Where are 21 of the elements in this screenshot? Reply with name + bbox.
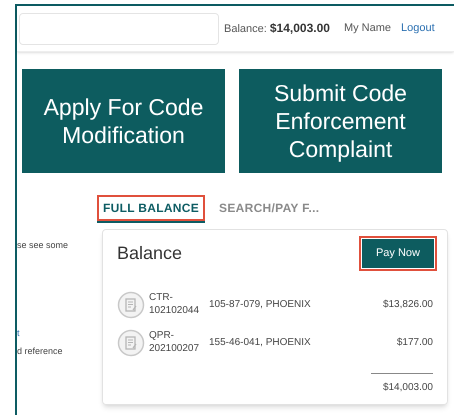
total-amount: $14,003.00 bbox=[382, 382, 433, 392]
item-address: 155-46-041, PHOENIX bbox=[209, 336, 311, 350]
pay-now-button[interactable]: Pay Now bbox=[360, 238, 435, 268]
item-amount: $13,826.00 bbox=[382, 298, 433, 312]
balance-text: Balance: $14,003.00 bbox=[224, 20, 330, 38]
item-address: 105-87-079, PHOENIX bbox=[209, 298, 311, 312]
sidebar-text: d reference bbox=[17, 345, 63, 358]
sidebar-text: se see some bbox=[17, 239, 68, 252]
item-id: QPR- 202100207 bbox=[149, 328, 200, 354]
logout-link[interactable]: Logout bbox=[401, 20, 435, 37]
user-name: My Name bbox=[344, 21, 391, 36]
card-title: Balance bbox=[117, 242, 182, 265]
action-tile[interactable]: Submit Code Enforcement Complaint bbox=[239, 69, 442, 173]
search-field[interactable] bbox=[19, 12, 219, 44]
item-amount: $177.00 bbox=[396, 336, 433, 350]
item-id: CTR- 102102044 bbox=[149, 290, 200, 316]
document-icon bbox=[117, 328, 145, 356]
document-icon bbox=[117, 290, 145, 318]
action-tile[interactable]: Apply For Code Modification bbox=[22, 69, 225, 173]
tab[interactable]: FULL BALANCE bbox=[97, 195, 206, 221]
link[interactable]: t bbox=[17, 327, 20, 340]
